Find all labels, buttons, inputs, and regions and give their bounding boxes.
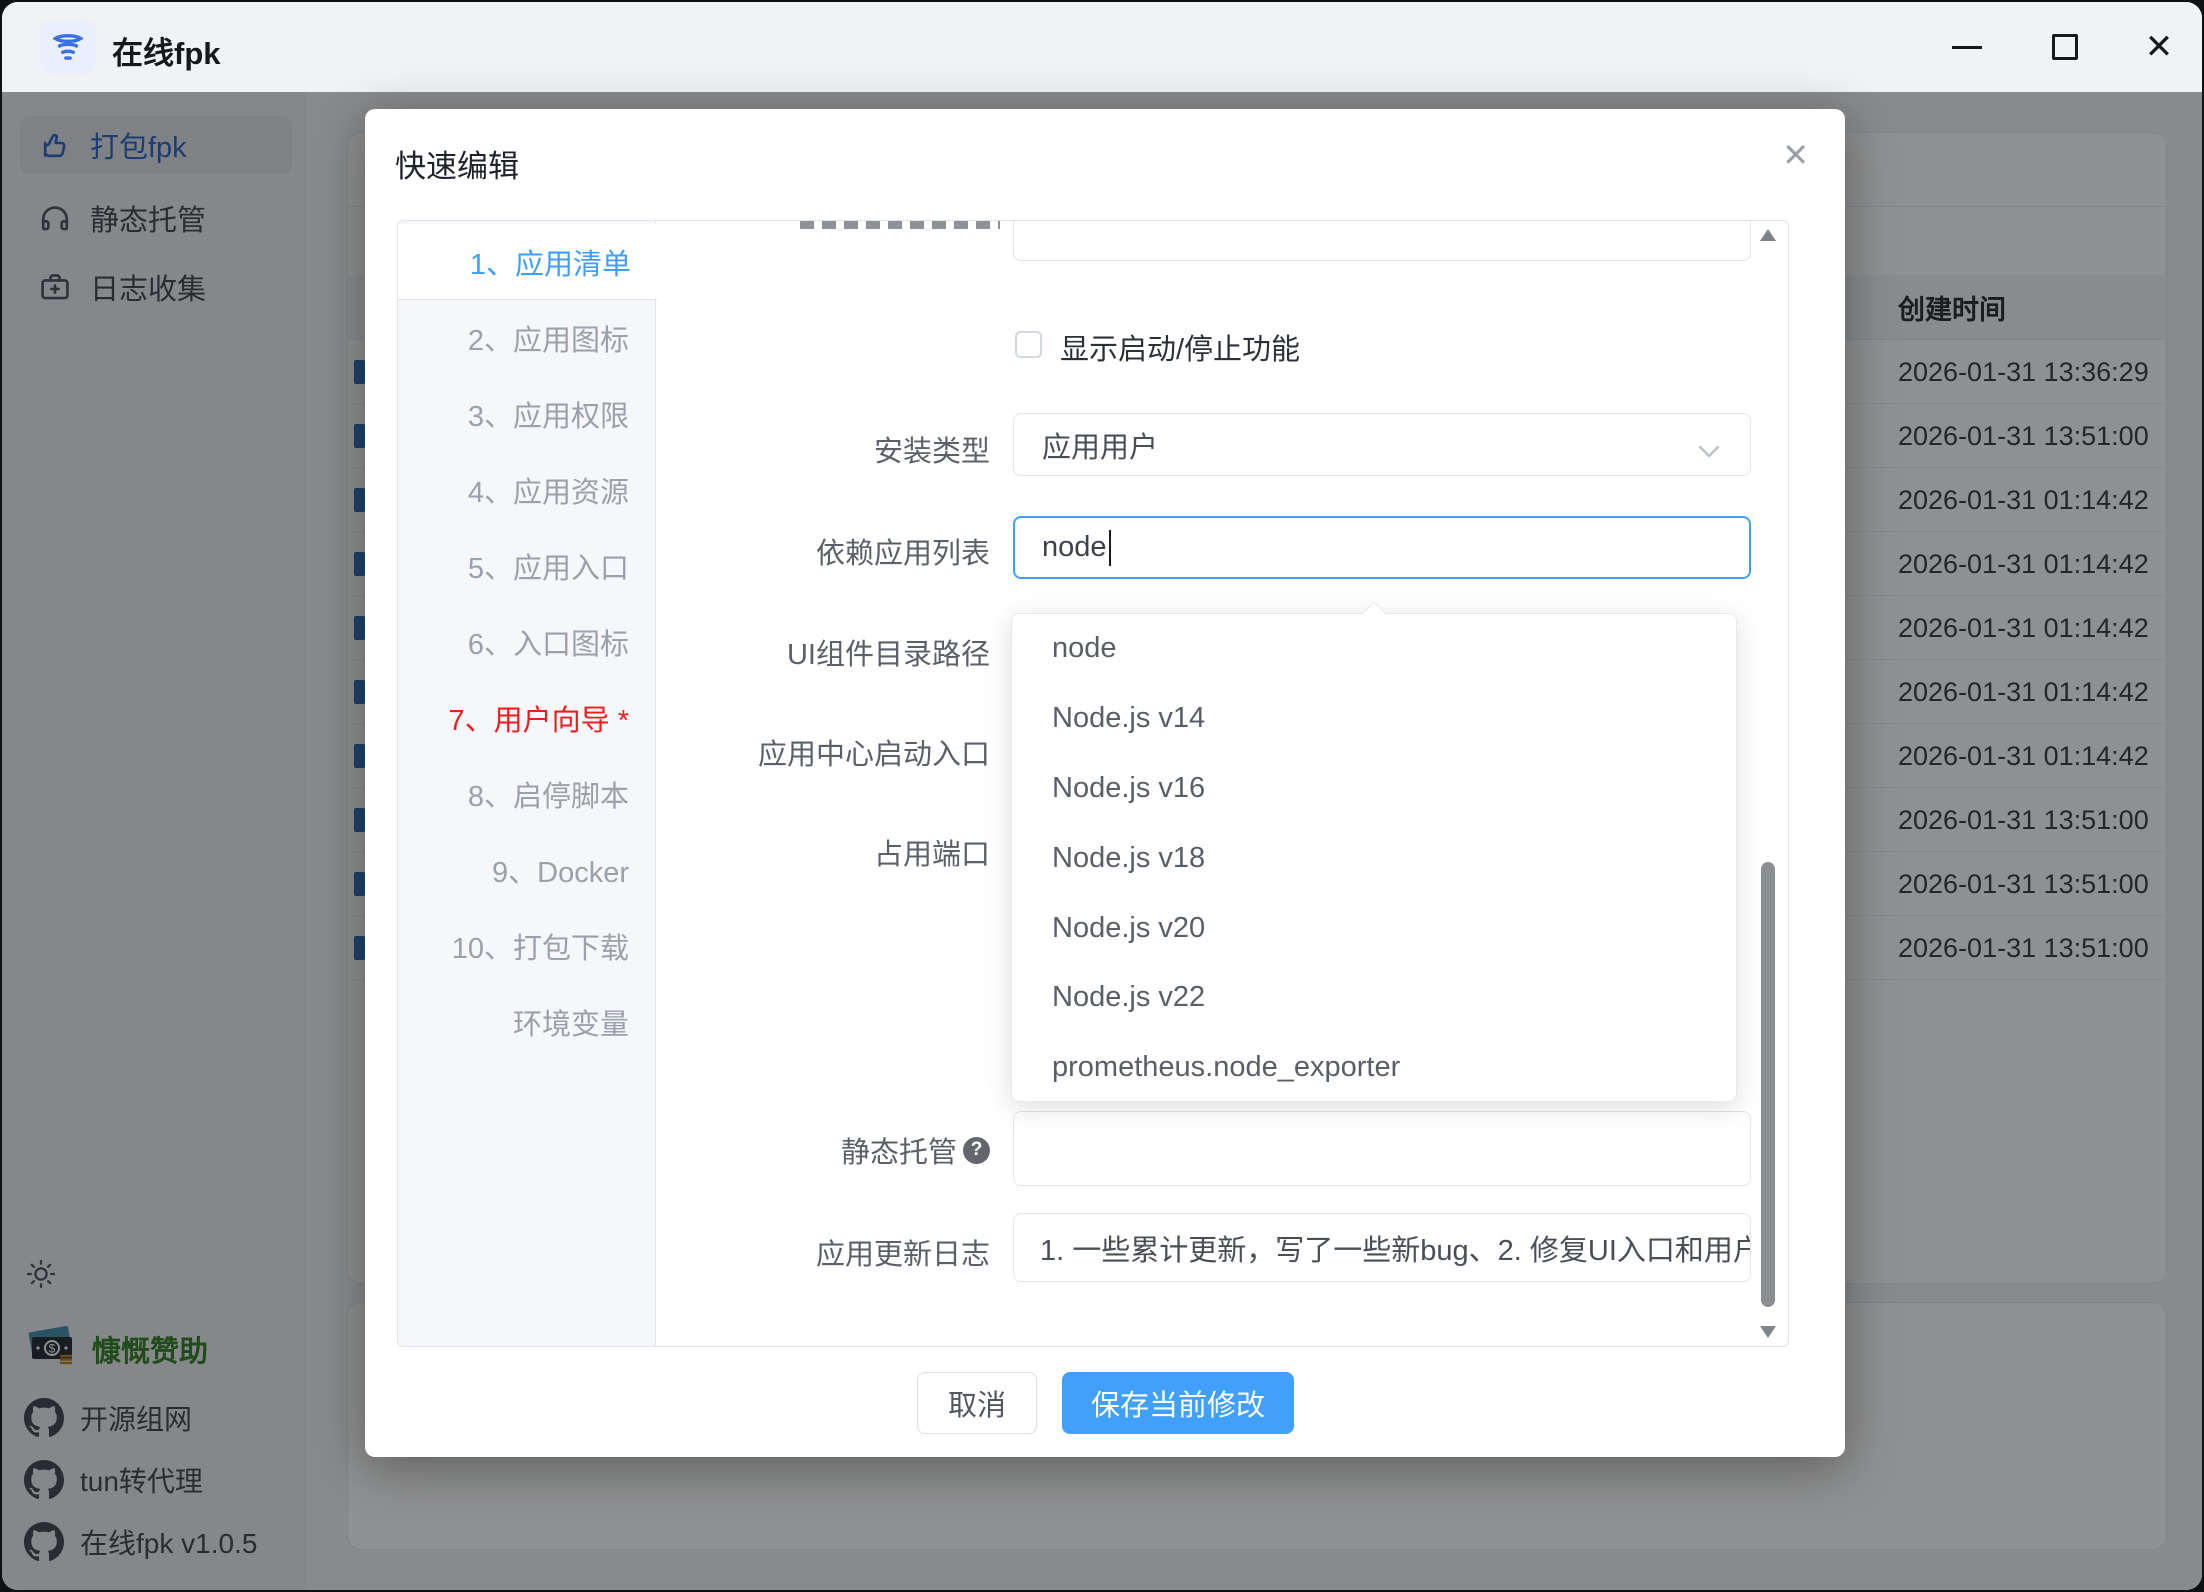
modal-tab[interactable]: 7、用户向导 *: [398, 680, 655, 756]
modal-tab[interactable]: 6、入口图标: [398, 604, 655, 680]
dropdown-option[interactable]: Node.js v22: [1012, 963, 1736, 1033]
dropdown-option[interactable]: prometheus.node_exporter: [1012, 1033, 1736, 1103]
static-hosting-label-wrap: 静态托管 ?: [660, 1129, 990, 1171]
chevron-down-icon: [1696, 436, 1722, 469]
modal-tab[interactable]: 9、Docker: [398, 832, 655, 908]
form-scrollbar[interactable]: [1757, 225, 1779, 1342]
changelog-input[interactable]: 1. 一些累计更新，写了一些新bug、2. 修复UI入口和用户向导: [1013, 1213, 1751, 1282]
dependencies-label: 依赖应用列表: [660, 530, 990, 572]
funnel-logo-icon: [50, 29, 86, 65]
static-hosting-input[interactable]: [1013, 1111, 1751, 1186]
modal-tab[interactable]: 环境变量: [398, 984, 655, 1060]
app-logo: [40, 19, 96, 75]
save-button[interactable]: 保存当前修改: [1062, 1372, 1294, 1434]
static-hosting-label: 静态托管: [841, 1129, 957, 1171]
dropdown-option[interactable]: Node.js v14: [1012, 684, 1736, 754]
scroll-down-arrow-icon[interactable]: [1760, 1326, 1776, 1338]
modal-form: 显示启动/停止功能 安装类型 应用用户 依赖应用列表 node UI组件目录路径: [656, 221, 1788, 1346]
scroll-up-arrow-icon[interactable]: [1760, 229, 1776, 241]
show-start-stop-label: 显示启动/停止功能: [1060, 326, 1300, 368]
ui-dir-label: UI组件目录路径: [660, 631, 990, 673]
dropdown-option[interactable]: Node.js v20: [1012, 893, 1736, 963]
text-caret: [1109, 530, 1111, 566]
changelog-value: 1. 一些累计更新，写了一些新bug、2. 修复UI入口和用户向导: [1040, 1227, 1751, 1269]
modal-tab[interactable]: 5、应用入口: [398, 528, 655, 604]
ports-label: 占用端口: [660, 831, 990, 873]
dependencies-input[interactable]: node: [1013, 516, 1751, 579]
close-window-button[interactable]: ✕: [2124, 2, 2194, 92]
dependencies-value: node: [1042, 531, 1107, 564]
changelog-label: 应用更新日志: [660, 1231, 990, 1273]
install-type-select[interactable]: 应用用户: [1013, 413, 1751, 476]
clipped-top-input[interactable]: [1013, 221, 1751, 261]
close-icon: ✕: [2145, 30, 2174, 64]
modal-close-button[interactable]: ✕: [1782, 139, 1809, 171]
clipped-label-fragment: [800, 221, 1000, 229]
quick-edit-modal: 快速编辑 ✕ 1、应用清单2、应用图标3、应用权限4、应用资源5、应用入口6、入…: [365, 109, 1845, 1457]
modal-tab[interactable]: 4、应用资源: [398, 452, 655, 528]
modal-title: 快速编辑: [395, 141, 519, 186]
modal-tab[interactable]: 8、启停脚本: [398, 756, 655, 832]
dependencies-dropdown: nodeNode.js v14Node.js v16Node.js v18Nod…: [1011, 613, 1737, 1102]
help-icon[interactable]: ?: [963, 1137, 990, 1164]
show-start-stop-checkbox[interactable]: [1015, 331, 1042, 358]
install-type-label: 安装类型: [660, 428, 990, 470]
install-type-value: 应用用户: [1042, 424, 1158, 466]
modal-tab-list: 1、应用清单2、应用图标3、应用权限4、应用资源5、应用入口6、入口图标7、用户…: [398, 221, 656, 1346]
modal-tab[interactable]: 10、打包下载: [398, 908, 655, 984]
maximize-icon: [2052, 34, 2078, 60]
maximize-button[interactable]: [2030, 2, 2100, 92]
scrollbar-thumb[interactable]: [1761, 862, 1775, 1307]
app-window: 在线fpk ✕ 打包fpk 静态托管: [2, 2, 2202, 1590]
minimize-icon: [1952, 46, 1982, 49]
modal-tab[interactable]: 1、应用清单: [398, 224, 657, 300]
title-bar: 在线fpk ✕: [2, 2, 2202, 92]
dropdown-option[interactable]: Node.js v16: [1012, 754, 1736, 824]
modal-panel: 1、应用清单2、应用图标3、应用权限4、应用资源5、应用入口6、入口图标7、用户…: [397, 220, 1789, 1347]
app-center-entry-label: 应用中心启动入口: [660, 731, 990, 773]
minimize-button[interactable]: [1932, 2, 2002, 92]
cancel-button[interactable]: 取消: [917, 1372, 1037, 1434]
modal-tab[interactable]: 2、应用图标: [398, 300, 655, 376]
dropdown-option[interactable]: Node.js v18: [1012, 823, 1736, 893]
window-title: 在线fpk: [112, 28, 221, 73]
modal-tab[interactable]: 3、应用权限: [398, 376, 655, 452]
